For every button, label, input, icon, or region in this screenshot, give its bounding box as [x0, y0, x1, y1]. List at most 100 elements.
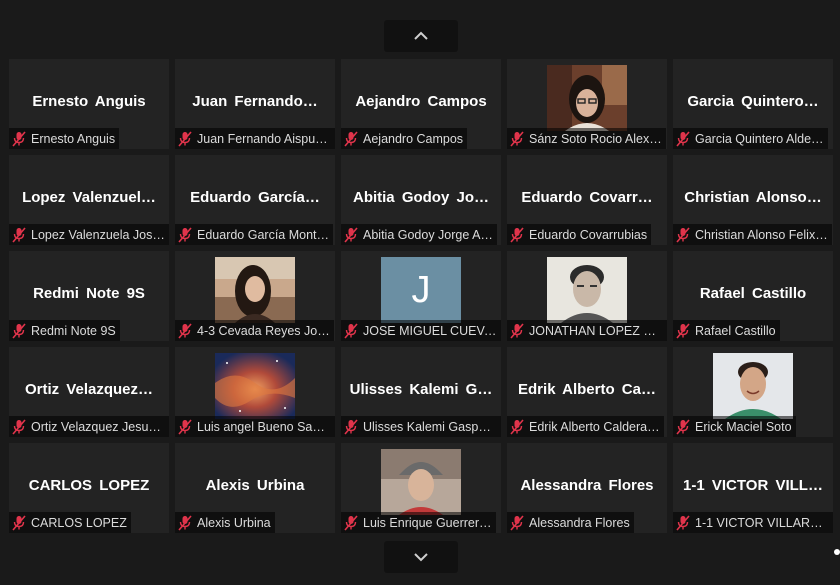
participant-display-name: Juan Fernando…	[192, 93, 318, 110]
participant-label: JOSE MIGUEL CUEVA…	[363, 323, 497, 338]
participant-name-tag: Alessandra Flores	[507, 512, 634, 533]
muted-mic-icon	[676, 514, 690, 531]
participant-label: Redmi Note 9S	[31, 323, 116, 338]
muted-mic-icon	[12, 226, 26, 243]
participant-name-tag: Luis angel Bueno San…	[175, 416, 335, 437]
participant-label: Abitia Godoy Jorge A…	[363, 227, 493, 242]
participant-name-tag: CARLOS LOPEZ	[9, 512, 131, 533]
muted-mic-icon	[510, 418, 524, 435]
participant-tile[interactable]: Luis Enrique Guerrer…	[341, 443, 501, 533]
muted-mic-icon	[344, 226, 358, 243]
muted-mic-icon	[344, 322, 358, 339]
participant-name-tag: 1-1 VICTOR VILLARRE…	[673, 512, 833, 533]
muted-mic-icon	[344, 130, 358, 147]
participant-video	[215, 257, 295, 323]
participant-tile[interactable]: Luis angel Bueno San…	[175, 347, 335, 437]
participant-tile[interactable]: Sánz Soto Rocio Alex…	[507, 59, 667, 149]
participant-tile[interactable]: JONATHAN LOPEZ M…	[507, 251, 667, 341]
participant-label: 4-3 Cevada Reyes Jo…	[197, 323, 330, 338]
participant-name-tag: 4-3 Cevada Reyes Jo…	[175, 320, 334, 341]
muted-mic-icon	[344, 418, 358, 435]
participant-tile[interactable]: Ernesto Anguis Ernesto Anguis	[9, 59, 169, 149]
participant-display-name: Rafael Castillo	[699, 285, 807, 302]
participant-name-tag: Aejandro Campos	[341, 128, 468, 149]
participant-tile[interactable]: Edrik Alberto Ca… Edrik Alberto Caldera…	[507, 347, 667, 437]
participant-label: Ortiz Velazquez Jesus…	[31, 419, 165, 434]
participant-display-name: Alessandra Flores	[520, 477, 654, 494]
participant-label: Rafael Castillo	[695, 323, 776, 338]
participant-tile[interactable]: Juan Fernando… Juan Fernando Aispur…	[175, 59, 335, 149]
participant-tile[interactable]: Eduardo García… Eduardo García Mont…	[175, 155, 335, 245]
participant-tile[interactable]: J JOSE MIGUEL CUEVA…	[341, 251, 501, 341]
muted-mic-icon	[178, 418, 192, 435]
muted-mic-icon	[510, 322, 524, 339]
participant-display-name: Eduardo García…	[190, 189, 320, 206]
muted-mic-icon	[12, 322, 26, 339]
participant-video	[547, 257, 627, 323]
participant-tile[interactable]: Ulisses Kalemi G… Ulisses Kalemi Gaspa…	[341, 347, 501, 437]
participant-label: Alexis Urbina	[197, 515, 271, 530]
participant-name-tag: Sánz Soto Rocio Alex…	[507, 128, 666, 149]
muted-mic-icon	[676, 322, 690, 339]
muted-mic-icon	[12, 514, 26, 531]
participant-label: Ernesto Anguis	[31, 131, 116, 146]
participant-label: Ulisses Kalemi Gaspa…	[363, 419, 497, 434]
participant-name-tag: Edrik Alberto Caldera…	[507, 416, 664, 437]
participant-tile[interactable]: Abitia Godoy Jo… Abitia Godoy Jorge A…	[341, 155, 501, 245]
participant-name-tag: Abitia Godoy Jorge A…	[341, 224, 497, 245]
participant-display-name: Abitia Godoy Jo…	[352, 189, 489, 206]
participant-tile[interactable]: Garcia Quintero… Garcia Quintero Alde…	[673, 59, 833, 149]
participant-tile[interactable]: Alessandra Flores Alessandra Flores	[507, 443, 667, 533]
participant-label: Erick Maciel Soto	[695, 419, 792, 434]
participant-tile[interactable]: Ortiz Velazquez… Ortiz Velazquez Jesus…	[9, 347, 169, 437]
participant-name-tag: Rafael Castillo	[673, 320, 780, 341]
participant-tile[interactable]: Rafael Castillo Rafael Castillo	[673, 251, 833, 341]
participant-display-name: Redmi Note 9S	[33, 285, 145, 302]
participant-label: Alessandra Flores	[529, 515, 630, 530]
participant-tile[interactable]: Aejandro Campos Aejandro Campos	[341, 59, 501, 149]
participant-display-name: 1-1 VICTOR VILL…	[683, 477, 823, 494]
participant-name-tag: Juan Fernando Aispur…	[175, 128, 335, 149]
participant-tile[interactable]: 1-1 VICTOR VILL… 1-1 VICTOR VILLARRE…	[673, 443, 833, 533]
participant-video	[547, 65, 627, 131]
participant-tile[interactable]: 4-3 Cevada Reyes Jo…	[175, 251, 335, 341]
participant-display-name: Ulisses Kalemi G…	[349, 381, 493, 398]
participant-tile[interactable]: CARLOS LOPEZ CARLOS LOPEZ	[9, 443, 169, 533]
participant-name-tag: Ernesto Anguis	[9, 128, 120, 149]
participant-tile[interactable]: Redmi Note 9S Redmi Note 9S	[9, 251, 169, 341]
participant-display-name: Lopez Valenzuel…	[22, 189, 156, 206]
participant-label: Luis angel Bueno San…	[197, 419, 331, 434]
participant-video	[215, 353, 295, 419]
participant-video	[713, 353, 793, 419]
participant-name-tag: Luis Enrique Guerrer…	[341, 512, 496, 533]
chevron-up-icon	[414, 31, 428, 40]
scroll-up-button[interactable]	[384, 20, 458, 52]
participant-tile[interactable]: Lopez Valenzuel… Lopez Valenzuela Jos…	[9, 155, 169, 245]
muted-mic-icon	[178, 226, 192, 243]
participant-display-name: Ernesto Anguis	[32, 93, 146, 110]
participant-tile[interactable]: Erick Maciel Soto	[673, 347, 833, 437]
participant-display-name: Alexis Urbina	[205, 477, 305, 494]
participant-display-name: Edrik Alberto Ca…	[518, 381, 656, 398]
participant-label: CARLOS LOPEZ	[31, 515, 127, 530]
participant-label: Christian Alonso Felix…	[695, 227, 828, 242]
participant-tile[interactable]: Eduardo Covarr… Eduardo Covarrubias	[507, 155, 667, 245]
scroll-down-button[interactable]	[384, 541, 458, 573]
muted-mic-icon	[12, 418, 26, 435]
participant-label: Aejandro Campos	[363, 131, 464, 146]
muted-mic-icon	[676, 418, 690, 435]
participant-name-tag: JONATHAN LOPEZ M…	[507, 320, 667, 341]
participant-tile[interactable]: Alexis Urbina Alexis Urbina	[175, 443, 335, 533]
participant-video	[381, 449, 461, 515]
participant-display-name: Ortiz Velazquez…	[24, 381, 154, 398]
chevron-down-icon	[414, 553, 428, 562]
participant-name-tag: Eduardo Covarrubias	[507, 224, 652, 245]
muted-mic-icon	[510, 514, 524, 531]
participant-display-name: Eduardo Covarr…	[521, 189, 653, 206]
participant-label: Garcia Quintero Alde…	[695, 131, 824, 146]
participant-tile[interactable]: Christian Alonso… Christian Alonso Felix…	[673, 155, 833, 245]
participant-name-tag: Lopez Valenzuela Jos…	[9, 224, 169, 245]
avatar-letter: J	[411, 268, 431, 311]
muted-mic-icon	[510, 130, 524, 147]
participant-name-tag: JOSE MIGUEL CUEVA…	[341, 320, 501, 341]
